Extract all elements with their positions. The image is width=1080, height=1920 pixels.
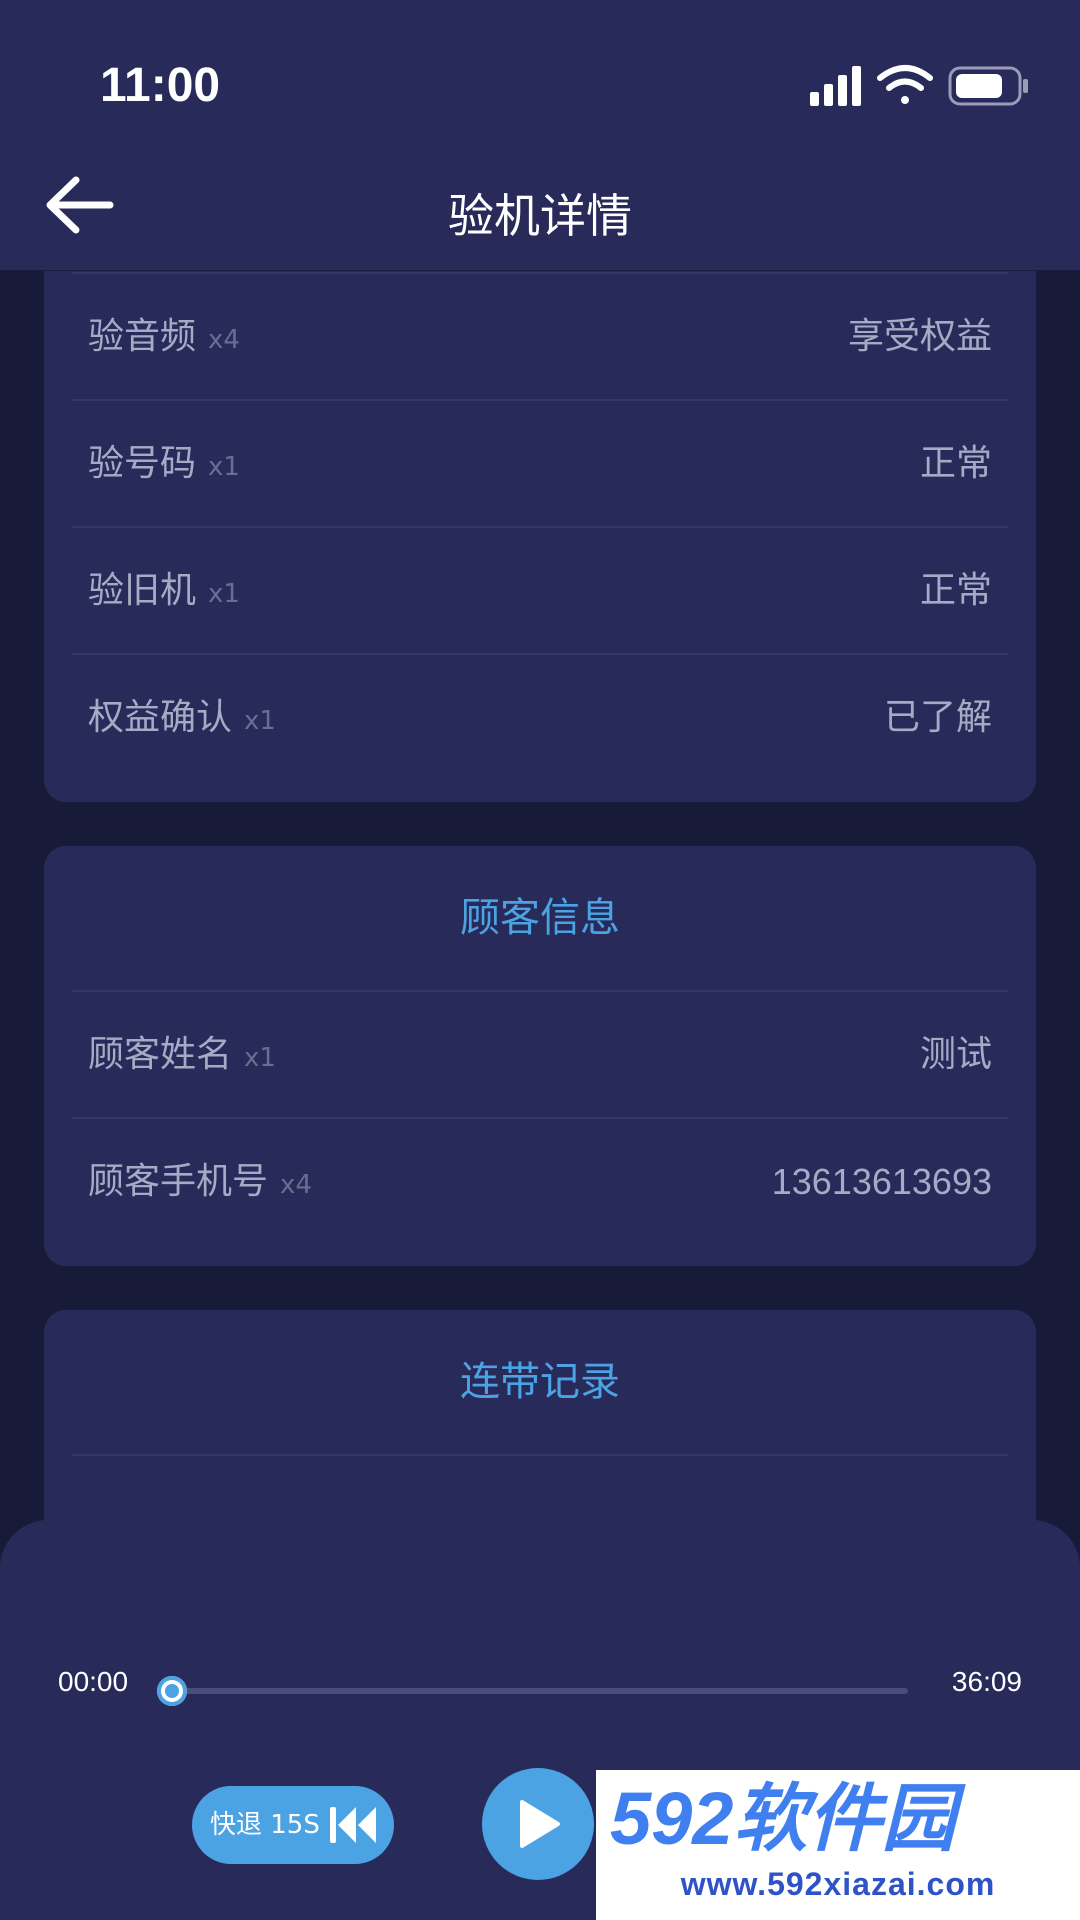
section-title: 顾客信息 (460, 895, 620, 941)
inspection-row-audio[interactable]: 验音频 x4 享受权益 (72, 272, 1008, 400)
rewind-icon (330, 1807, 376, 1843)
progress-slider[interactable] (157, 1676, 908, 1706)
wifi-icon (877, 65, 933, 104)
row-value: 正常 (919, 443, 992, 484)
row-multiplier: x1 (208, 452, 240, 482)
customer-card: 顾客信息 顾客姓名 x1 测试 顾客手机号 x4 13613613693 (44, 846, 1036, 1266)
row-multiplier: x1 (244, 706, 276, 736)
row-label: 顾客姓名 (88, 1034, 233, 1075)
row-multiplier: x1 (208, 579, 240, 609)
row-label: 验号码 (88, 443, 197, 484)
svg-text:592软件园: 592软件园 (610, 1777, 966, 1856)
total-time: 36:09 (951, 1666, 1022, 1697)
battery-icon (948, 66, 1028, 106)
status-icons (810, 65, 1028, 106)
watermark-logo: 592软件园 (610, 1777, 966, 1856)
watermark-url: www.592xiazai.com (680, 1866, 996, 1902)
row-label: 顾客手机号 (88, 1161, 269, 1202)
inspection-row-rights[interactable]: 权益确认 x1 已了解 (72, 653, 1008, 781)
page-title: 验机详情 (448, 189, 632, 243)
row-value: 正常 (919, 570, 992, 611)
row-multiplier: x4 (208, 325, 240, 355)
row-value: 测试 (919, 1034, 992, 1075)
row-multiplier: x1 (244, 1043, 276, 1073)
row-label: 权益确认 (88, 697, 233, 738)
inspection-row-old-device[interactable]: 验旧机 x1 正常 (72, 526, 1008, 654)
signal-icon (810, 66, 861, 106)
section-title: 连带记录 (460, 1359, 620, 1405)
inspection-card: 验音频 x4 享受权益 验号码 x1 正常 验旧机 x1 正常 权益确认 x1 已了解 (44, 180, 1036, 802)
row-multiplier: x4 (280, 1170, 312, 1200)
current-time: 00:00 (58, 1666, 129, 1697)
progress-knob[interactable] (157, 1676, 187, 1706)
customer-row-name[interactable]: 顾客姓名 x1 测试 (72, 990, 1008, 1118)
play-icon (520, 1800, 560, 1848)
status-time: 11:00 (100, 59, 221, 112)
inspection-row-number[interactable]: 验号码 x1 正常 (72, 399, 1008, 527)
rewind-15s-button[interactable]: 快退 15S (192, 1786, 394, 1864)
play-button[interactable] (482, 1768, 594, 1880)
row-label: 验旧机 (88, 570, 197, 611)
row-label: 验音频 (88, 316, 197, 357)
row-value: 13613613693 (771, 1161, 992, 1202)
top-bar: 11:00 验机详情 (0, 0, 1080, 271)
customer-row-phone[interactable]: 顾客手机号 x4 13613613693 (72, 1117, 1008, 1245)
row-value: 已了解 (883, 697, 992, 738)
row-value: 享受权益 (847, 316, 992, 357)
rewind-label: 快退 15S (210, 1810, 320, 1840)
watermark: 592软件园 www.592xiazai.com (596, 1770, 1080, 1920)
